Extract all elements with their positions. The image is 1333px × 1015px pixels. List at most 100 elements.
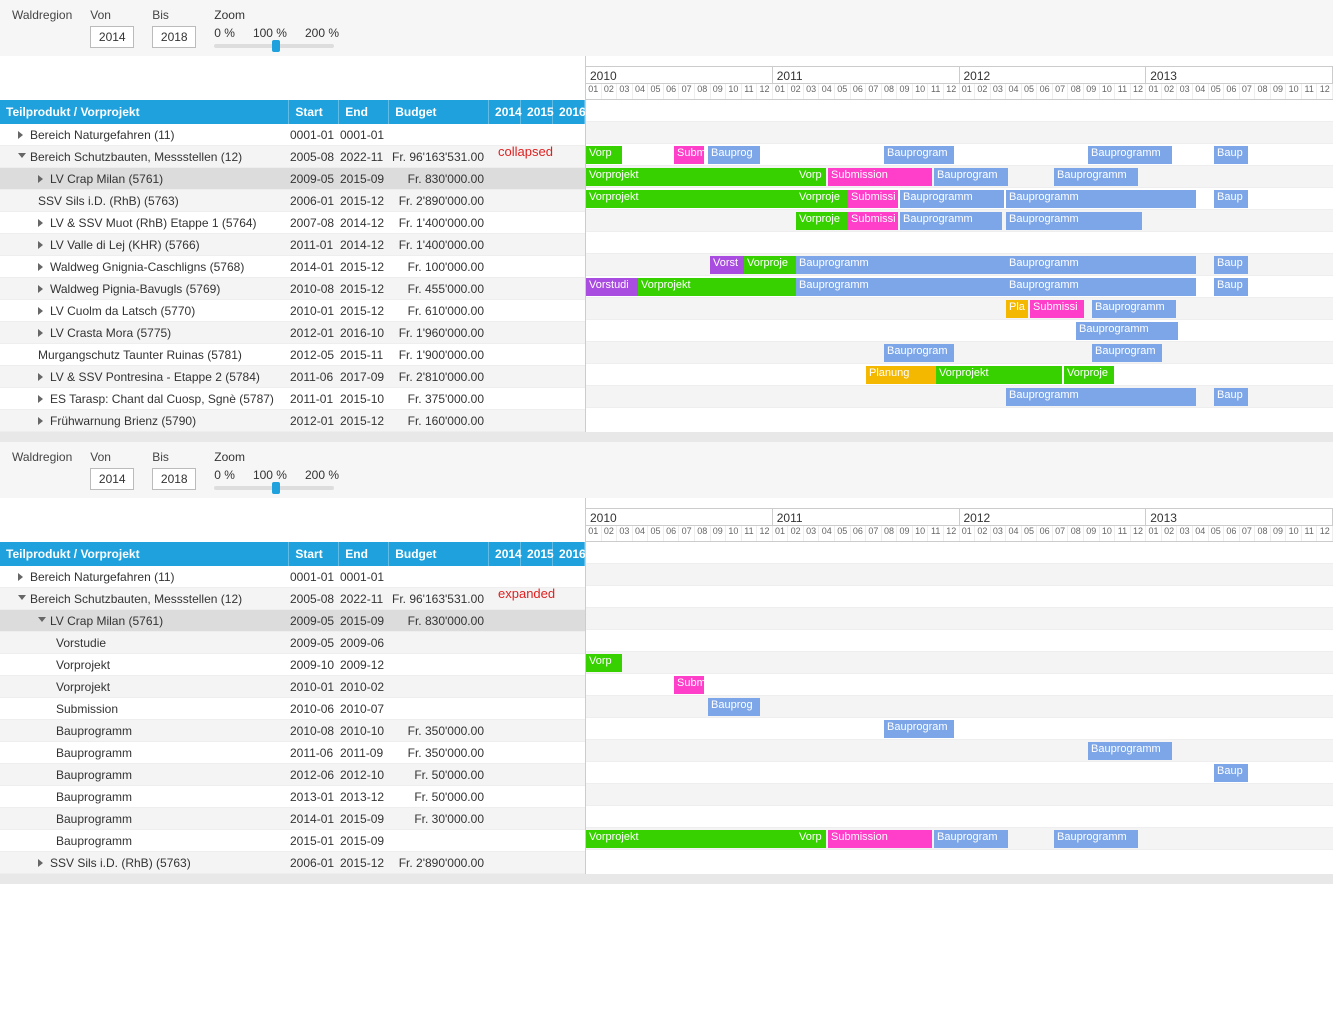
table-row[interactable]: LV Valle di Lej (KHR) (5766)2011-012014-…: [0, 234, 585, 256]
gantt-bar[interactable]: Submission: [828, 830, 932, 848]
gantt-bar[interactable]: Submissi: [848, 212, 898, 230]
gantt-bar[interactable]: Bauprogramm: [1076, 322, 1178, 340]
gantt-bar[interactable]: Submission: [828, 168, 932, 186]
gantt-bar[interactable]: Bauprogramm: [1006, 190, 1196, 208]
gantt-bar[interactable]: Submissi: [1030, 300, 1084, 318]
gantt-bar[interactable]: Vorp: [796, 168, 826, 186]
slider-thumb[interactable]: [272, 40, 280, 52]
col-2014[interactable]: 2014: [489, 542, 521, 566]
gantt-bar[interactable]: Bauprogramm: [900, 190, 1004, 208]
table-row[interactable]: Submission2010-062010-07: [0, 698, 585, 720]
gantt-bar[interactable]: Bauprogramm: [1006, 388, 1196, 406]
chevron-right-icon[interactable]: [38, 263, 46, 271]
gantt-bar[interactable]: Vorproje: [744, 256, 796, 274]
bis-input[interactable]: [152, 468, 196, 490]
gantt-bar[interactable]: Vorp: [586, 654, 622, 672]
gantt-bar[interactable]: Bauprogram: [934, 830, 1008, 848]
col-name[interactable]: Teilprodukt / Vorprojekt: [0, 542, 289, 566]
gantt-bar[interactable]: Bauprogramm: [1054, 168, 1138, 186]
chevron-down-icon[interactable]: [18, 595, 26, 603]
table-row[interactable]: Bereich Naturgefahren (11)0001-010001-01: [0, 566, 585, 588]
table-row[interactable]: LV Cuolm da Latsch (5770)2010-012015-12F…: [0, 300, 585, 322]
gantt-bar[interactable]: Baup: [1214, 146, 1248, 164]
gantt-bar[interactable]: Vorproje: [1064, 366, 1114, 384]
chevron-right-icon[interactable]: [18, 573, 26, 581]
chevron-right-icon[interactable]: [38, 859, 46, 867]
table-row[interactable]: LV Crap Milan (5761)2009-052015-09Fr. 83…: [0, 610, 585, 632]
gantt-bar[interactable]: Vorprojekt: [638, 278, 796, 296]
chevron-right-icon[interactable]: [38, 175, 46, 183]
table-row[interactable]: LV Crap Milan (5761)2009-052015-09Fr. 83…: [0, 168, 585, 190]
col-2016[interactable]: 2016: [553, 542, 585, 566]
gantt-bar[interactable]: Vorstudi: [586, 278, 638, 296]
col-2015[interactable]: 2015: [521, 542, 553, 566]
col-budget[interactable]: Budget: [389, 100, 489, 124]
gantt-bar[interactable]: Subm: [674, 676, 704, 694]
table-row[interactable]: Murgangschutz Taunter Ruinas (5781)2012-…: [0, 344, 585, 366]
gantt-bar[interactable]: Baup: [1214, 388, 1248, 406]
bis-input[interactable]: [152, 26, 196, 48]
gantt-bar[interactable]: Bauprogramm: [1088, 146, 1172, 164]
chevron-right-icon[interactable]: [38, 329, 46, 337]
chevron-right-icon[interactable]: [38, 395, 46, 403]
chevron-right-icon[interactable]: [38, 241, 46, 249]
chevron-right-icon[interactable]: [38, 307, 46, 315]
gantt-bar[interactable]: Vorprojekt: [586, 168, 796, 186]
gantt-bar[interactable]: Baup: [1214, 764, 1248, 782]
gantt-bar[interactable]: Submissi: [848, 190, 898, 208]
zoom-slider[interactable]: [214, 486, 334, 490]
chevron-right-icon[interactable]: [38, 373, 46, 381]
table-row[interactable]: LV & SSV Muot (RhB) Etappe 1 (5764)2007-…: [0, 212, 585, 234]
gantt-bar[interactable]: Bauprogramm: [1088, 742, 1172, 760]
chevron-right-icon[interactable]: [38, 417, 46, 425]
gantt-bar[interactable]: Subm: [674, 146, 704, 164]
gantt-bar[interactable]: Vorprojekt: [936, 366, 1062, 384]
table-row[interactable]: Bauprogramm2012-062012-10Fr. 50'000.00: [0, 764, 585, 786]
col-2016[interactable]: 2016: [553, 100, 585, 124]
table-row[interactable]: LV & SSV Pontresina - Etappe 2 (5784)201…: [0, 366, 585, 388]
col-end[interactable]: End: [339, 542, 389, 566]
gantt-bar[interactable]: Vorprojekt: [586, 830, 796, 848]
table-row[interactable]: LV Crasta Mora (5775)2012-012016-10Fr. 1…: [0, 322, 585, 344]
chevron-down-icon[interactable]: [18, 153, 26, 161]
gantt-bar[interactable]: Bauprogramm: [1006, 256, 1196, 274]
gantt-bar[interactable]: Bauprogram: [884, 344, 954, 362]
gantt-bar[interactable]: Vorp: [796, 830, 826, 848]
gantt-bar[interactable]: Vorproje: [796, 190, 848, 208]
gantt-bar[interactable]: Vorprojekt: [586, 190, 796, 208]
gantt-bar[interactable]: Bauprogramm: [796, 256, 1006, 274]
gantt-bar[interactable]: Vorst: [710, 256, 744, 274]
chevron-right-icon[interactable]: [18, 131, 26, 139]
gantt-bar[interactable]: Bauprogram: [884, 146, 954, 164]
gantt-bar[interactable]: Bauprog: [708, 146, 760, 164]
table-row[interactable]: Bauprogramm2015-012015-09: [0, 830, 585, 852]
table-row[interactable]: Bauprogramm2010-082010-10Fr. 350'000.00: [0, 720, 585, 742]
col-name[interactable]: Teilprodukt / Vorprojekt: [0, 100, 289, 124]
gantt-bar[interactable]: Baup: [1214, 256, 1248, 274]
table-row[interactable]: Bauprogramm2014-012015-09Fr. 30'000.00: [0, 808, 585, 830]
zoom-slider[interactable]: [214, 44, 334, 48]
gantt-bar[interactable]: Bauprogramm: [796, 278, 1006, 296]
gantt-bar[interactable]: Baup: [1214, 190, 1248, 208]
gantt-bar[interactable]: Bauprog: [708, 698, 760, 716]
gantt-bar[interactable]: Bauprogramm: [1006, 212, 1142, 230]
table-row[interactable]: Frühwarnung Brienz (5790)2012-012015-12F…: [0, 410, 585, 432]
gantt-bar[interactable]: Bauprogramm: [1006, 278, 1196, 296]
table-row[interactable]: Bereich Naturgefahren (11)0001-010001-01: [0, 124, 585, 146]
gantt-bar[interactable]: Bauprogramm: [1092, 300, 1176, 318]
col-budget[interactable]: Budget: [389, 542, 489, 566]
table-row[interactable]: Vorprojekt2010-012010-02: [0, 676, 585, 698]
col-start[interactable]: Start: [289, 542, 339, 566]
gantt-bar[interactable]: Vorp: [586, 146, 622, 164]
table-row[interactable]: Vorprojekt2009-102009-12: [0, 654, 585, 676]
col-2015[interactable]: 2015: [521, 100, 553, 124]
table-row[interactable]: Waldweg Gnignia-Caschligns (5768)2014-01…: [0, 256, 585, 278]
table-row[interactable]: SSV Sils i.D. (RhB) (5763)2006-012015-12…: [0, 852, 585, 874]
gantt-bar[interactable]: Bauprogram: [934, 168, 1008, 186]
gantt-bar[interactable]: Baup: [1214, 278, 1248, 296]
von-input[interactable]: [90, 26, 134, 48]
gantt-bar[interactable]: Bauprogramm: [900, 212, 1002, 230]
table-row[interactable]: SSV Sils i.D. (RhB) (5763)2006-012015-12…: [0, 190, 585, 212]
gantt-bar[interactable]: Planung: [866, 366, 936, 384]
col-end[interactable]: End: [339, 100, 389, 124]
